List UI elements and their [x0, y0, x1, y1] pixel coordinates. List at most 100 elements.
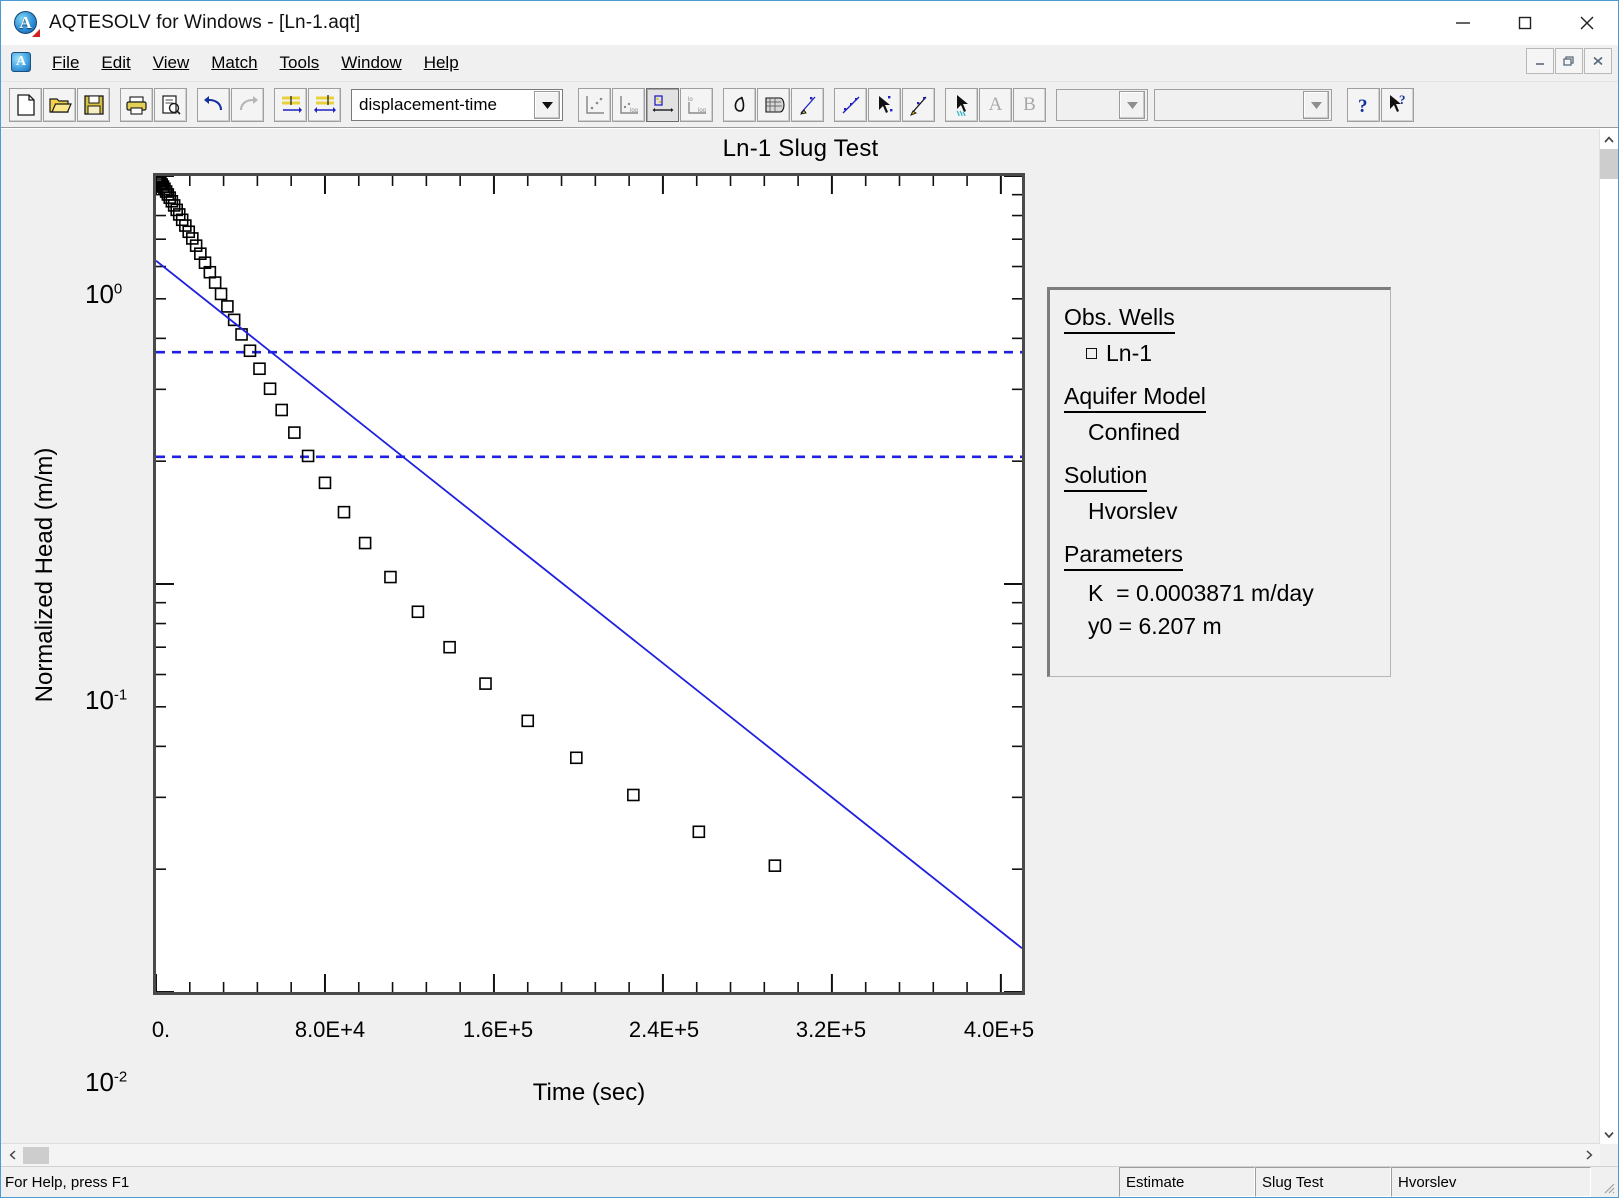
- menu-item-edit[interactable]: Edit: [90, 49, 141, 77]
- well-data-icon: [281, 95, 302, 113]
- menu-view-label: View: [152, 53, 190, 72]
- window-minimize-button[interactable]: [1432, 1, 1494, 45]
- grid-icon: [764, 96, 785, 113]
- combo-tertiary[interactable]: [1154, 88, 1332, 121]
- x-tick-label-1: 0.: [151, 1017, 171, 1042]
- new-button[interactable]: [9, 87, 42, 122]
- plot-area[interactable]: [153, 173, 1025, 995]
- menu-item-tools[interactable]: Tools: [269, 49, 331, 77]
- menu-edit-label: Edit: [101, 53, 131, 72]
- pointer-icon: [955, 94, 968, 116]
- menu-match-label: Match: [211, 53, 258, 72]
- window-close-button[interactable]: [1556, 1, 1618, 45]
- legend-panel[interactable]: Obs. Wells Ln-1 Aquifer Model Confined S…: [1047, 287, 1391, 677]
- horizontal-scrollbar[interactable]: [1, 1143, 1600, 1166]
- print-icon: [125, 95, 147, 115]
- x-tick-label-2: 8.0E+4: [294, 1017, 366, 1042]
- plot-type-value: displacement-time: [359, 94, 497, 114]
- aquifer-data-button[interactable]: [308, 87, 341, 122]
- chevron-down-icon[interactable]: [1303, 90, 1329, 119]
- pointer-button[interactable]: [945, 87, 978, 122]
- text-a-label: A: [988, 94, 1003, 115]
- text-b-button[interactable]: B: [1013, 87, 1046, 122]
- print-preview-button[interactable]: [154, 87, 187, 122]
- mdi-close-button[interactable]: [1584, 48, 1612, 74]
- legend-parameter-y0: y0 = 6.207 m: [1088, 613, 1222, 640]
- log-linear-axes-button[interactable]: [646, 87, 679, 122]
- chevron-down-icon[interactable]: [534, 90, 560, 119]
- text-b-label: B: [1023, 94, 1036, 115]
- visual-match-button[interactable]: [791, 87, 824, 122]
- semilog-axes-button[interactable]: log: [612, 87, 645, 122]
- window-controls: [1432, 1, 1618, 45]
- match-line-button[interactable]: [902, 87, 935, 122]
- log-linear-axes-icon: [652, 94, 673, 112]
- menu-item-file[interactable]: File: [41, 49, 90, 77]
- menu-item-view[interactable]: View: [142, 49, 201, 77]
- legend-heading-obs-wells: Obs. Wells: [1064, 304, 1175, 334]
- menu-item-window[interactable]: Window: [330, 49, 412, 77]
- x-tick-label-6: 4.0E+5: [963, 1017, 1035, 1042]
- mdi-minimize-button[interactable]: [1526, 48, 1554, 74]
- window-maximize-button[interactable]: [1494, 1, 1556, 45]
- menu-tools-label: Tools: [279, 53, 320, 72]
- scroll-left-button[interactable]: [1, 1144, 23, 1166]
- legend-item-solution: Hvorslev: [1088, 498, 1178, 524]
- save-button[interactable]: [77, 87, 110, 122]
- open-button[interactable]: [43, 87, 76, 122]
- combo-secondary[interactable]: [1056, 88, 1148, 121]
- redo-button[interactable]: [231, 87, 264, 122]
- auto-fit-icon: [842, 96, 859, 113]
- log-log-axes-button[interactable]: lo log: [680, 87, 713, 122]
- vertical-scroll-thumb[interactable]: [1600, 149, 1618, 179]
- legend-heading-aquifer-model: Aquifer Model: [1064, 383, 1206, 413]
- y-tick-label-2: 10-1: [85, 685, 128, 715]
- svg-text:?: ?: [1358, 96, 1368, 117]
- toolbar-separator: [1047, 88, 1056, 122]
- y-axis-title: Normalized Head (m/m): [31, 447, 58, 703]
- derivative-icon: [734, 96, 744, 112]
- scroll-right-button[interactable]: [1578, 1144, 1600, 1166]
- well-data-button[interactable]: [274, 87, 307, 122]
- scroll-down-button[interactable]: [1600, 1124, 1618, 1144]
- x-tick-label-3: 1.6E+5: [462, 1017, 534, 1042]
- context-help-button[interactable]: ?: [1381, 87, 1414, 122]
- vertical-scrollbar[interactable]: [1599, 129, 1618, 1144]
- menu-item-help[interactable]: Help: [413, 49, 470, 77]
- derivative-button[interactable]: [723, 87, 756, 122]
- title-bar: A AQTESOLV for Windows - [Ln-1.aqt]: [1, 1, 1618, 45]
- plot-canvas: [156, 176, 1022, 992]
- toolbar: displacement-time log lo log A B ? ?: [1, 82, 1618, 128]
- print-preview-icon: [161, 94, 181, 115]
- match-line-icon: [909, 96, 926, 116]
- print-button[interactable]: [120, 87, 153, 122]
- help-button[interactable]: ?: [1347, 87, 1380, 122]
- save-icon: [83, 94, 104, 115]
- scrollbar-corner: [1600, 1144, 1618, 1166]
- status-pane-estimate: Estimate: [1119, 1167, 1255, 1197]
- linear-axes-button[interactable]: [578, 87, 611, 122]
- undo-icon: [203, 95, 222, 110]
- chevron-down-icon[interactable]: [1119, 90, 1145, 119]
- open-icon: [48, 97, 72, 113]
- plot-type-combo[interactable]: displacement-time: [351, 88, 563, 121]
- resize-grip[interactable]: [1591, 1167, 1618, 1197]
- scroll-up-button[interactable]: [1600, 129, 1618, 149]
- grid-button[interactable]: [757, 87, 790, 122]
- undo-button[interactable]: [197, 87, 230, 122]
- toolbar-separator: [825, 88, 834, 122]
- select-point-button[interactable]: [868, 87, 901, 122]
- mdi-restore-button[interactable]: [1555, 48, 1583, 74]
- auto-fit-button[interactable]: [834, 87, 867, 122]
- legend-item-aquifer-model: Confined: [1088, 419, 1181, 445]
- svg-text:log: log: [630, 108, 638, 114]
- chart-title: Ln-1 Slug Test: [722, 135, 879, 162]
- svg-text:?: ?: [1399, 93, 1406, 107]
- text-a-button[interactable]: A: [979, 87, 1012, 122]
- plot-document: Ln-1 Slug Test 100 10-1 10-2 0. 8.0E+4 1…: [1, 129, 1600, 1144]
- horizontal-scroll-thumb[interactable]: [23, 1146, 49, 1164]
- menu-item-match[interactable]: Match: [200, 49, 268, 77]
- square-marker-icon: [1086, 348, 1097, 359]
- document-icon[interactable]: A: [11, 52, 33, 74]
- document-client-area: Ln-1 Slug Test 100 10-1 10-2 0. 8.0E+4 1…: [1, 128, 1618, 1166]
